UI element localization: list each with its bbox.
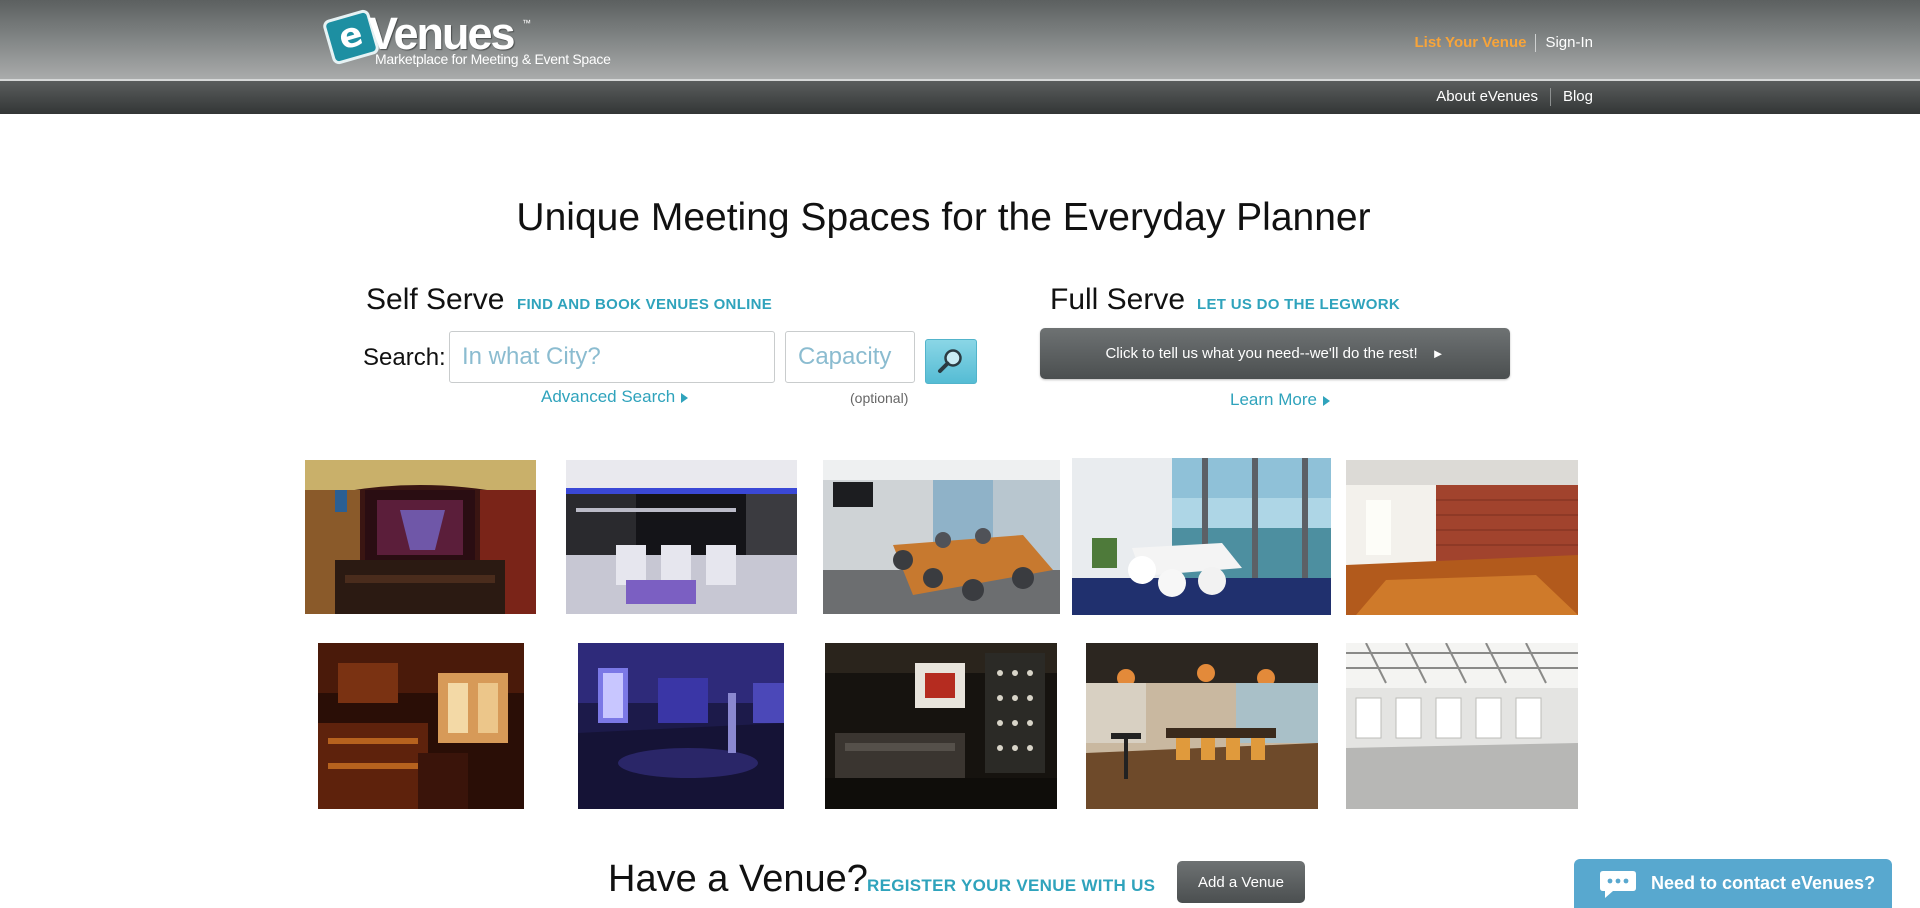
- logo-trademark: ™: [522, 18, 531, 28]
- advanced-search-label: Advanced Search: [541, 387, 676, 406]
- page-headline: Unique Meeting Spaces for the Everyday P…: [516, 196, 1371, 239]
- blog-link[interactable]: Blog: [1551, 88, 1593, 106]
- self-serve-subtitle: FIND AND BOOK VENUES ONLINE: [517, 296, 773, 313]
- search-label: Search:: [363, 344, 446, 371]
- full-serve-cta-label: Click to tell us what you need--we'll do…: [1105, 345, 1418, 362]
- venue-photo-ocean-view[interactable]: [1072, 458, 1331, 615]
- contact-evenues-button[interactable]: Need to contact eVenues?: [1574, 859, 1892, 908]
- top-header: [0, 0, 1920, 79]
- lounge-image: [566, 460, 797, 614]
- contact-label: Need to contact eVenues?: [1651, 873, 1876, 893]
- venue-photo-wood-bar[interactable]: [318, 643, 524, 809]
- play-arrow-icon: ►: [1431, 346, 1445, 361]
- full-serve-subtitle: LET US DO THE LEGWORK: [1197, 296, 1400, 313]
- capacity-input[interactable]: [785, 331, 915, 383]
- conference-room-image: [823, 460, 1060, 614]
- venue-photo-lounge[interactable]: [566, 460, 797, 614]
- learn-more-label: Learn More: [1230, 390, 1317, 409]
- evenues-logo[interactable]: e Venues ™ Marketplace for Meeting & Eve…: [321, 8, 627, 74]
- search-button[interactable]: [925, 339, 977, 384]
- secondary-links: About eVenues Blog: [1424, 88, 1593, 106]
- brick-loft-image: [1346, 460, 1578, 615]
- venue-photo-wine-lounge[interactable]: [825, 643, 1057, 809]
- cafe-tables-image: [1086, 643, 1318, 809]
- about-link[interactable]: About eVenues: [1424, 88, 1550, 106]
- venue-photo-theater[interactable]: [305, 460, 536, 614]
- optional-note: (optional): [850, 390, 909, 406]
- sign-in-link[interactable]: Sign-In: [1536, 34, 1593, 52]
- top-links: List Your Venue Sign-In: [1405, 34, 1593, 52]
- self-serve-title: Self Serve: [366, 283, 505, 316]
- chat-bubble-icon: [1600, 870, 1636, 898]
- city-search-input[interactable]: [449, 331, 775, 383]
- triangle-right-icon: [681, 392, 689, 403]
- full-serve-request-button[interactable]: Click to tell us what you need--we'll do…: [1040, 328, 1510, 379]
- ocean-view-room-image: [1072, 458, 1331, 615]
- register-venue-subtitle: REGISTER YOUR VENUE WITH US: [867, 876, 1156, 895]
- magnifier-icon: [938, 349, 962, 373]
- wine-lounge-image: [825, 643, 1057, 809]
- triangle-right-icon: [1322, 395, 1330, 406]
- logo-tagline: Marketplace for Meeting & Event Space: [375, 51, 611, 67]
- list-your-venue-link[interactable]: List Your Venue: [1405, 34, 1535, 52]
- venue-photo-cafe[interactable]: [1086, 643, 1318, 809]
- venue-photo-blue-hall[interactable]: [578, 643, 784, 809]
- venue-photo-conference[interactable]: [823, 460, 1060, 614]
- learn-more-link[interactable]: Learn More: [1230, 390, 1330, 410]
- sub-navigation-bar: [0, 81, 1920, 114]
- full-serve-title: Full Serve: [1050, 283, 1186, 316]
- theater-image: [305, 460, 536, 614]
- blue-hall-image: [578, 643, 784, 809]
- have-a-venue-heading: Have a Venue?: [608, 858, 868, 900]
- venue-photo-brick-loft[interactable]: [1346, 460, 1578, 615]
- venue-photo-white-hall[interactable]: [1346, 643, 1578, 809]
- advanced-search-link[interactable]: Advanced Search: [541, 387, 689, 407]
- white-hall-image: [1346, 643, 1578, 809]
- add-a-venue-button[interactable]: Add a Venue: [1177, 861, 1305, 903]
- wood-bar-image: [318, 643, 524, 809]
